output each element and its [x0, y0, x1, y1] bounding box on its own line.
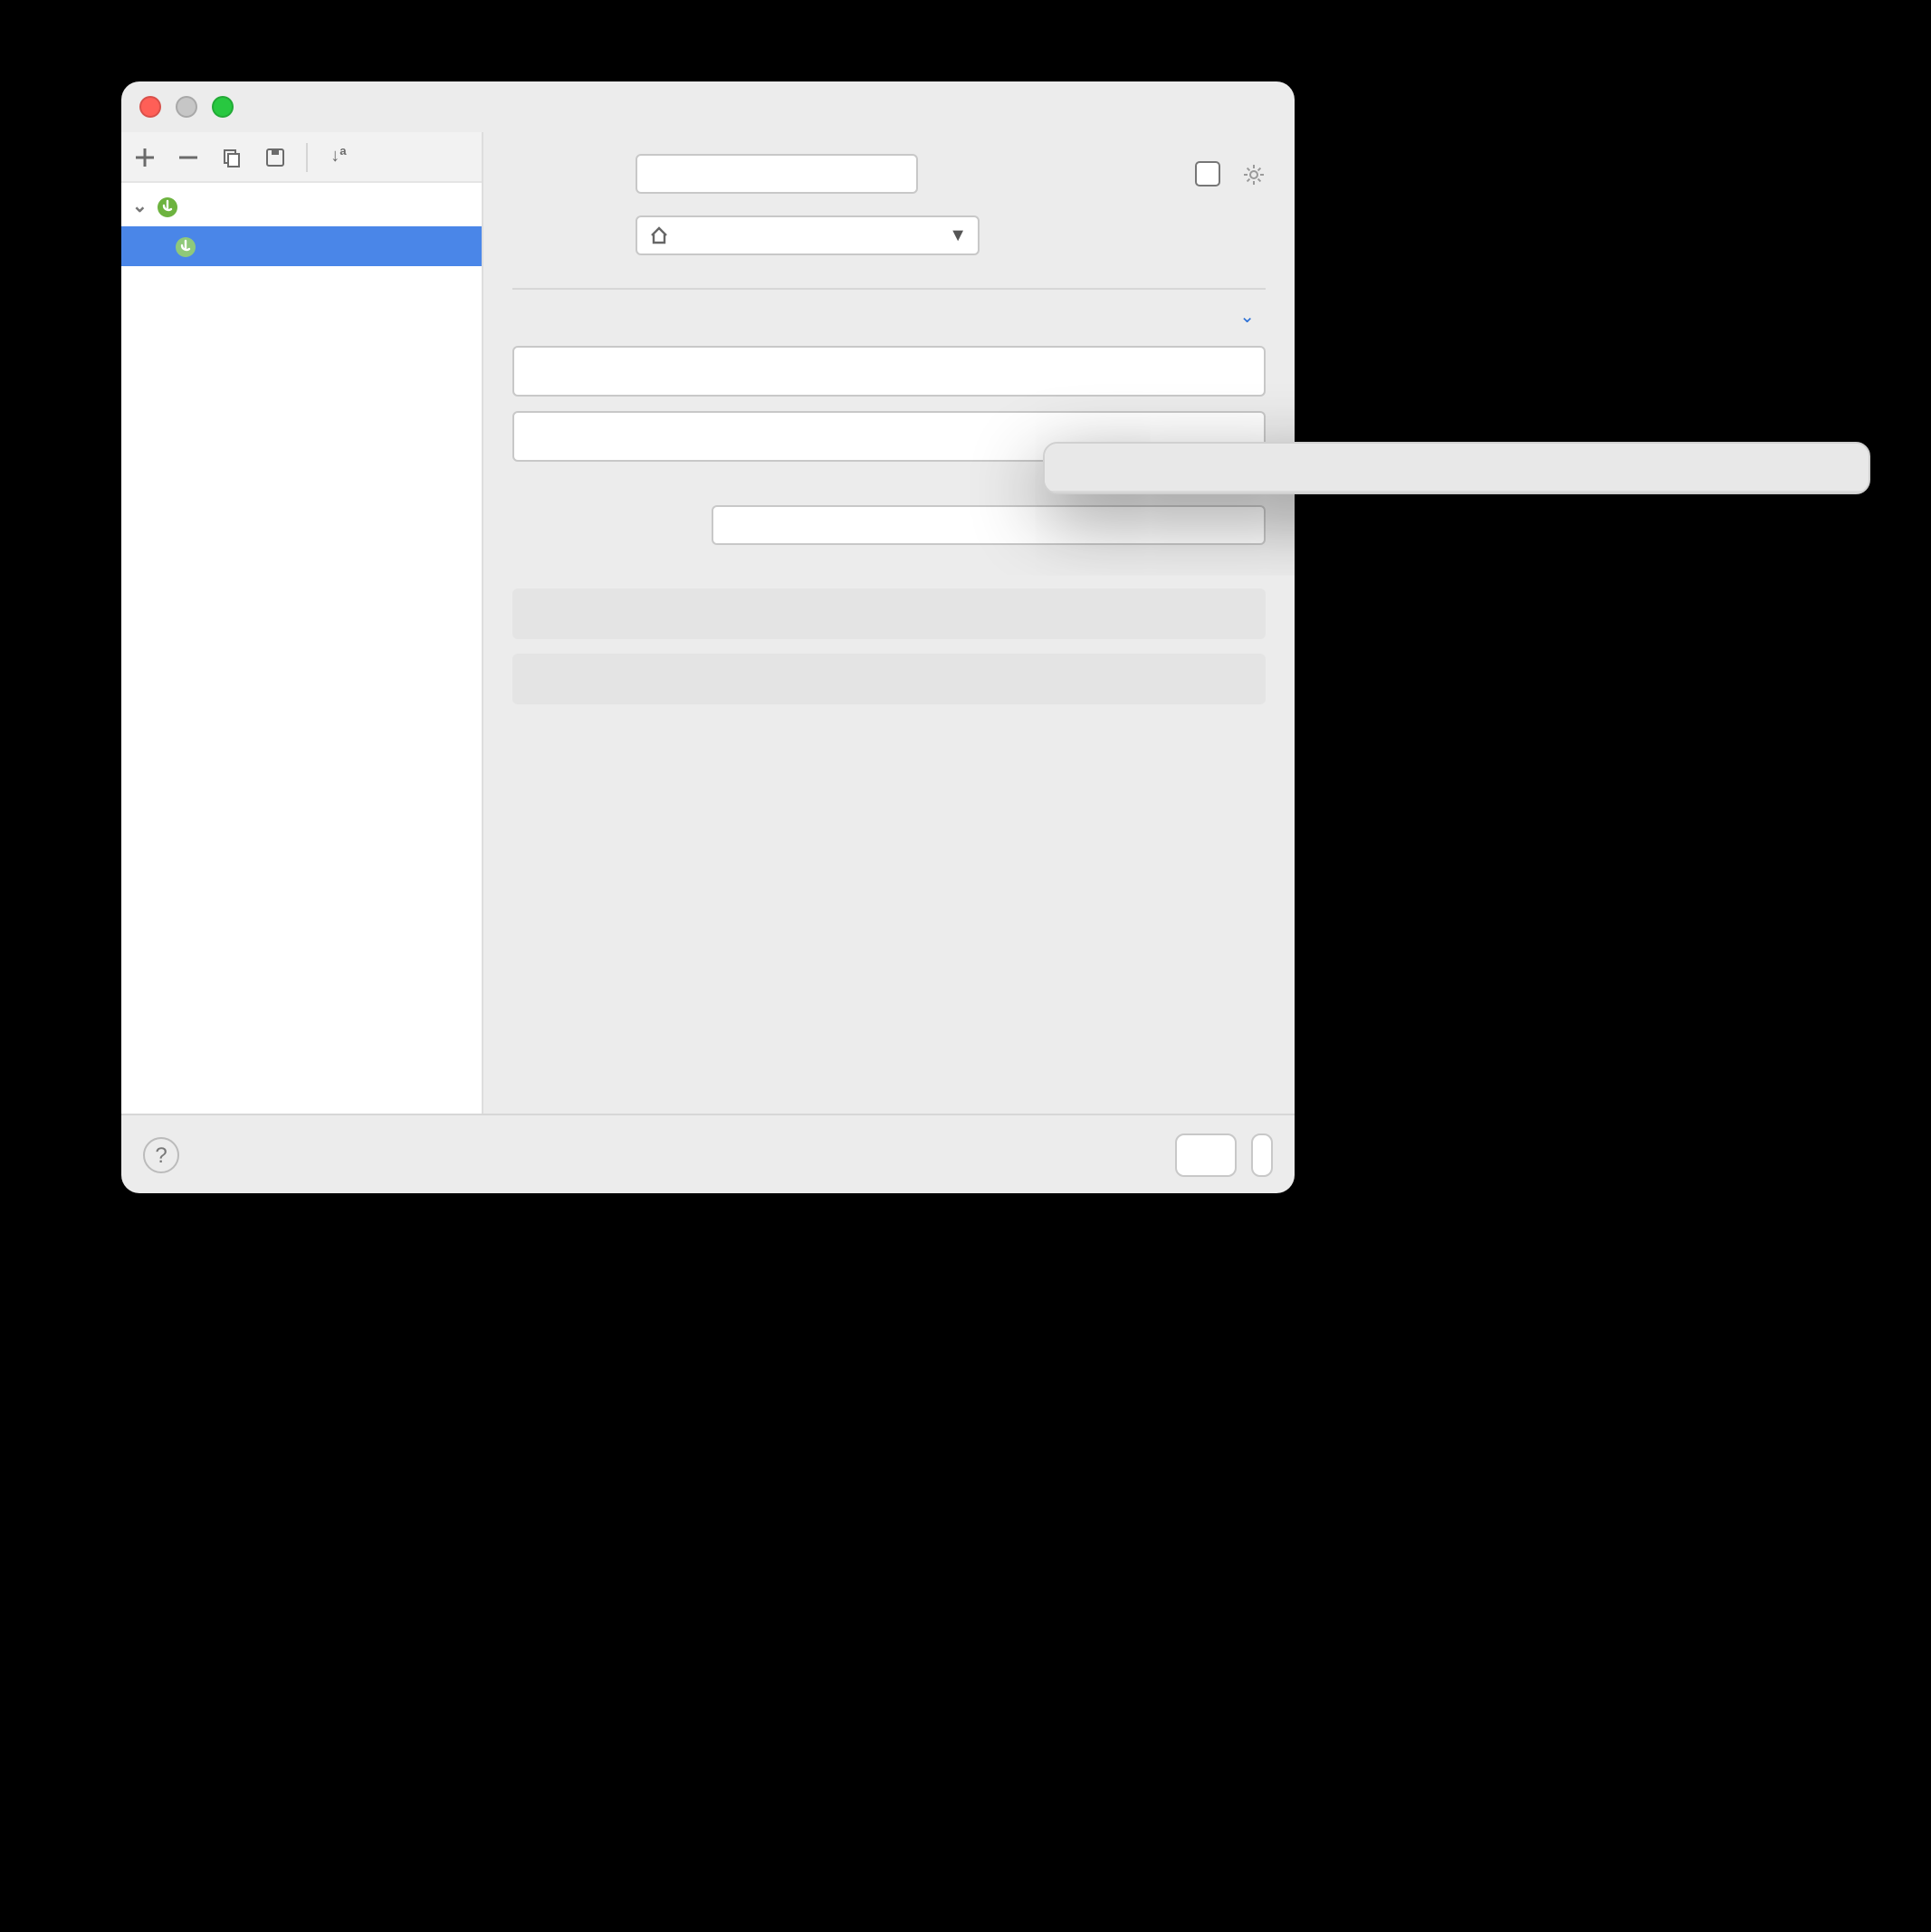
remove-icon[interactable] — [172, 140, 205, 173]
add-icon[interactable] — [129, 140, 161, 173]
close-window-button[interactable] — [139, 96, 161, 118]
spring-boot-icon — [155, 194, 180, 219]
copy-icon[interactable] — [215, 140, 248, 173]
titlebar — [121, 81, 1295, 132]
minimize-window-button[interactable] — [176, 96, 197, 118]
chip-open-tool-window[interactable] — [512, 588, 1266, 639]
apply-or-next-button[interactable] — [1251, 1133, 1273, 1176]
chevron-down-icon: ⌄ — [1239, 308, 1255, 328]
tree-node-demo-application[interactable] — [121, 226, 482, 266]
home-icon — [648, 225, 670, 246]
popup-title — [1045, 444, 1869, 493]
tree-node-spring-boot[interactable]: ⌄ — [121, 187, 482, 226]
save-icon[interactable] — [259, 140, 292, 173]
traffic-lights — [139, 96, 234, 118]
gear-icon[interactable] — [1242, 162, 1266, 186]
sort-alpha-icon[interactable]: ↓ª — [322, 140, 355, 173]
name-field[interactable] — [636, 154, 918, 194]
jre-field[interactable] — [512, 346, 1266, 397]
chip-add-provided-dependencies[interactable] — [512, 654, 1266, 704]
chevron-down-icon: ▼ — [949, 225, 967, 245]
zoom-window-button[interactable] — [212, 96, 234, 118]
disclosure-icon: ⌄ — [132, 196, 148, 216]
sidebar: ↓ª ⌄ — [121, 132, 483, 1114]
help-button[interactable]: ? — [143, 1136, 179, 1172]
add-run-options-popup — [1043, 442, 1870, 494]
cancel-button[interactable] — [1175, 1133, 1237, 1176]
sidebar-toolbar: ↓ª — [121, 132, 482, 183]
dialog-footer: ? — [121, 1114, 1295, 1193]
active-profiles-field[interactable] — [712, 505, 1266, 545]
run-debug-configurations-dialog: ↓ª ⌄ — [121, 81, 1295, 1193]
main-form: ▼ ⌄ — [483, 132, 1295, 1114]
store-as-project-file-checkbox[interactable] — [1195, 161, 1220, 187]
run-on-select[interactable]: ▼ — [636, 215, 980, 255]
spring-boot-icon — [172, 234, 197, 259]
configurations-tree: ⌄ — [121, 183, 482, 1081]
